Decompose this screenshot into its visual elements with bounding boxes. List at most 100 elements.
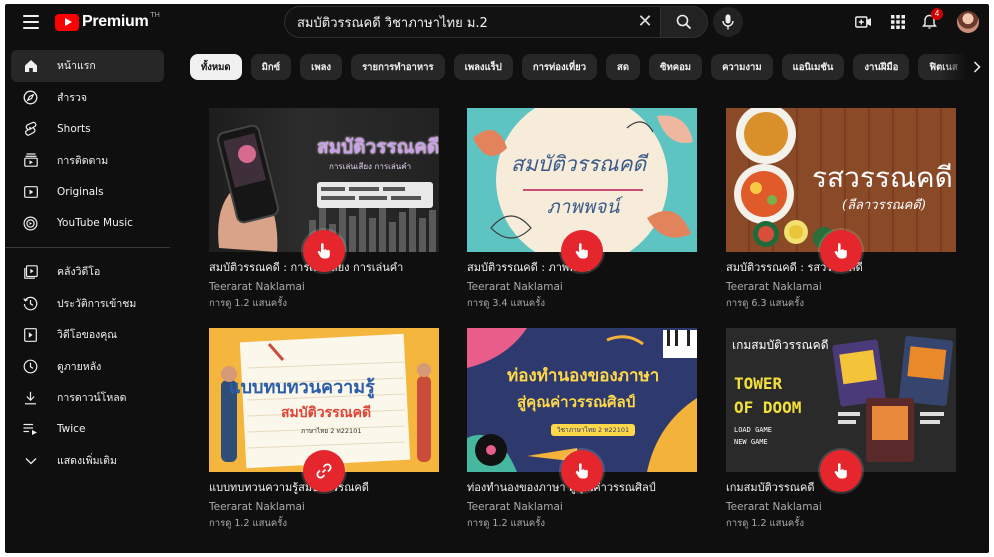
sidebar-item-label: แสดงเพิ่มเติม [57, 455, 117, 468]
thumbnail-subheading: การเล่นเสียง การเล่นคำ [329, 162, 412, 171]
sidebar-item-home[interactable]: หน้าแรก [11, 50, 164, 82]
playlist-link-badge[interactable] [561, 230, 603, 272]
sidebar-item-label: Originals [57, 185, 104, 198]
playlist-link-badge[interactable] [303, 230, 345, 272]
sidebar: หน้าแรก สำรวจ Shorts การติดตาม Originals… [5, 50, 170, 477]
video-card[interactable]: ท่องทำนองของภาษา สู่คุณค่าวรรณศิลป์ วิชา… [467, 328, 697, 531]
chip-mix[interactable]: มิกซ์ [250, 54, 292, 80]
chevron-right-icon [973, 61, 981, 73]
channel-name[interactable]: Teerarat Naklamai [209, 501, 439, 513]
search-button[interactable] [660, 6, 708, 38]
chip-all[interactable]: ทั้งหมด [190, 54, 242, 80]
sidebar-item-show-more[interactable]: แสดงเพิ่มเติม [5, 445, 170, 477]
playlist-link-badge[interactable] [303, 450, 345, 492]
channel-name[interactable]: Teerarat Naklamai [209, 281, 439, 293]
channel-name[interactable]: Teerarat Naklamai [467, 501, 697, 513]
notification-count-badge: 4 [931, 8, 943, 20]
subscriptions-icon [23, 153, 38, 168]
view-count: การดู 1.2 แสนครั้ง [209, 518, 288, 529]
youtube-window: Premium TH ✕ 4 [5, 4, 989, 553]
sidebar-item-explore[interactable]: สำรวจ [5, 82, 170, 114]
originals-icon [23, 184, 38, 199]
sidebar-item-library[interactable]: คลังวิดีโอ [5, 256, 170, 288]
thumbnail-game-title-line2: OF DOOM [734, 398, 802, 417]
thumbnail-game-title-line1: TOWER [734, 374, 783, 393]
menu-icon[interactable] [23, 15, 39, 29]
playlist-link-badge[interactable] [820, 450, 862, 492]
thumbnail-subheading: สู่คุณค่าวรรณศิลป์ [517, 393, 636, 411]
sidebar-item-watch-later[interactable]: ดูภายหลัง [5, 351, 170, 383]
chip-sitcom[interactable]: ซิทคอม [649, 54, 703, 80]
view-count: การดู 1.2 แสนครั้ง [467, 518, 546, 529]
video-card[interactable]: สมบัติวรรณคดี การเล่นเสียง การเล่นคำ สมบ… [209, 108, 439, 311]
youtube-premium-logo[interactable]: Premium TH [55, 11, 160, 31]
library-icon [23, 264, 38, 279]
thumbnail-menu-load-game: LOAD GAME [734, 426, 772, 434]
sidebar-item-label: Shorts [57, 122, 91, 135]
filter-chips: ทั้งหมด มิกซ์ เพลง รายการทำอาหาร เพลงแร็… [190, 54, 989, 80]
sidebar-item-originals[interactable]: Originals [5, 176, 170, 208]
playlist-link-badge[interactable] [561, 450, 603, 492]
channel-name[interactable]: Teerarat Naklamai [726, 281, 956, 293]
video-card[interactable]: รสวรรณคดี (ลีลาวรรณคดี) สมบัติวรรณคดี : … [726, 108, 956, 311]
download-icon [23, 390, 38, 405]
sidebar-item-your-videos[interactable]: วิดีโอของคุณ [5, 319, 170, 351]
sidebar-item-label: วิดีโอของคุณ [57, 329, 118, 342]
watch-later-icon [23, 359, 38, 374]
chip-travel[interactable]: การท่องเที่ยว [521, 54, 598, 80]
view-count: การดู 1.2 แสนครั้ง [209, 298, 288, 309]
hand-pointer-icon [575, 463, 588, 479]
thumbnail-heading: เกมสมบัติวรรณคดี [732, 338, 829, 352]
logo-text: Premium [82, 13, 149, 30]
sidebar-item-youtube-music[interactable]: YouTube Music [5, 208, 170, 240]
sidebar-item-label: ดูภายหลัง [57, 360, 102, 373]
voice-search-button[interactable] [713, 7, 743, 37]
avatar[interactable] [957, 11, 979, 33]
sidebar-item-label: การติดตาม [57, 154, 109, 167]
apps-button[interactable] [889, 13, 907, 31]
chip-cooking[interactable]: รายการทำอาหาร [351, 54, 445, 80]
view-count: การดู 1.2 แสนครั้ง [726, 518, 805, 529]
hand-pointer-icon [834, 243, 847, 259]
sidebar-item-history[interactable]: ประวัติการเข้าชม [5, 288, 170, 320]
sidebar-item-subscriptions[interactable]: การติดตาม [5, 145, 170, 177]
sidebar-item-label: หน้าแรก [57, 60, 96, 73]
channel-name[interactable]: Teerarat Naklamai [467, 281, 697, 293]
thumbnail-heading: สมบัติวรรณคดี [511, 152, 647, 176]
sidebar-item-downloads[interactable]: การดาวน์โหลด [5, 382, 170, 414]
top-bar: Premium TH ✕ 4 [5, 4, 989, 40]
chip-rap[interactable]: เพลงแร็ป [453, 54, 513, 80]
video-card[interactable]: เกมสมบัติวรรณคดี TOWER OF DOOM LOAD GAME… [726, 328, 956, 531]
sidebar-item-label: ประวัติการเข้าชม [57, 297, 137, 310]
notifications-button[interactable]: 4 [920, 8, 943, 31]
sidebar-item-playlist-twice[interactable]: Twice [5, 414, 170, 446]
playlist-link-badge[interactable] [820, 230, 862, 272]
search-box: ✕ [284, 6, 660, 38]
create-video-icon [854, 16, 871, 28]
channel-name[interactable]: Teerarat Naklamai [726, 501, 956, 513]
clear-search-icon[interactable]: ✕ [630, 7, 660, 37]
chip-animation[interactable]: แอนิเมชัน [781, 54, 845, 80]
thumbnail-heading: ท่องทำนองของภาษา [507, 366, 660, 386]
thumbnail-menu-new-game: NEW GAME [734, 438, 768, 446]
video-card[interactable]: แบบทบทวนความรู้ สมบัติวรรณคดี ภาษาไทย 2 … [209, 328, 439, 531]
view-count: การดู 3.4 แสนครั้ง [467, 298, 546, 309]
chip-crafts[interactable]: งานฝีมือ [853, 54, 910, 80]
apps-grid-icon [891, 15, 905, 29]
create-button[interactable] [854, 13, 872, 31]
sidebar-item-shorts[interactable]: Shorts [5, 113, 170, 145]
thumbnail-subheading: สมบัติวรรณคดี [281, 405, 372, 421]
thumbnail-heading: แบบทบทวนความรู้ [229, 377, 375, 398]
hand-pointer-icon [575, 243, 588, 259]
chip-live[interactable]: สด [606, 54, 641, 80]
thumbnail-subheading: (ลีลาวรรณคดี) [842, 198, 926, 213]
microphone-icon [722, 14, 734, 30]
chip-music[interactable]: เพลง [300, 54, 343, 80]
search-input[interactable] [297, 14, 630, 30]
link-icon [316, 463, 332, 479]
video-card[interactable]: สมบัติวรรณคดี ภาพพจน์ สมบัติวรรณคดี : ภา… [467, 108, 697, 311]
chip-beauty[interactable]: ความงาม [711, 54, 773, 80]
youtube-play-icon [55, 13, 79, 31]
chips-next-button[interactable] [940, 52, 989, 82]
sidebar-item-label: YouTube Music [57, 217, 133, 230]
